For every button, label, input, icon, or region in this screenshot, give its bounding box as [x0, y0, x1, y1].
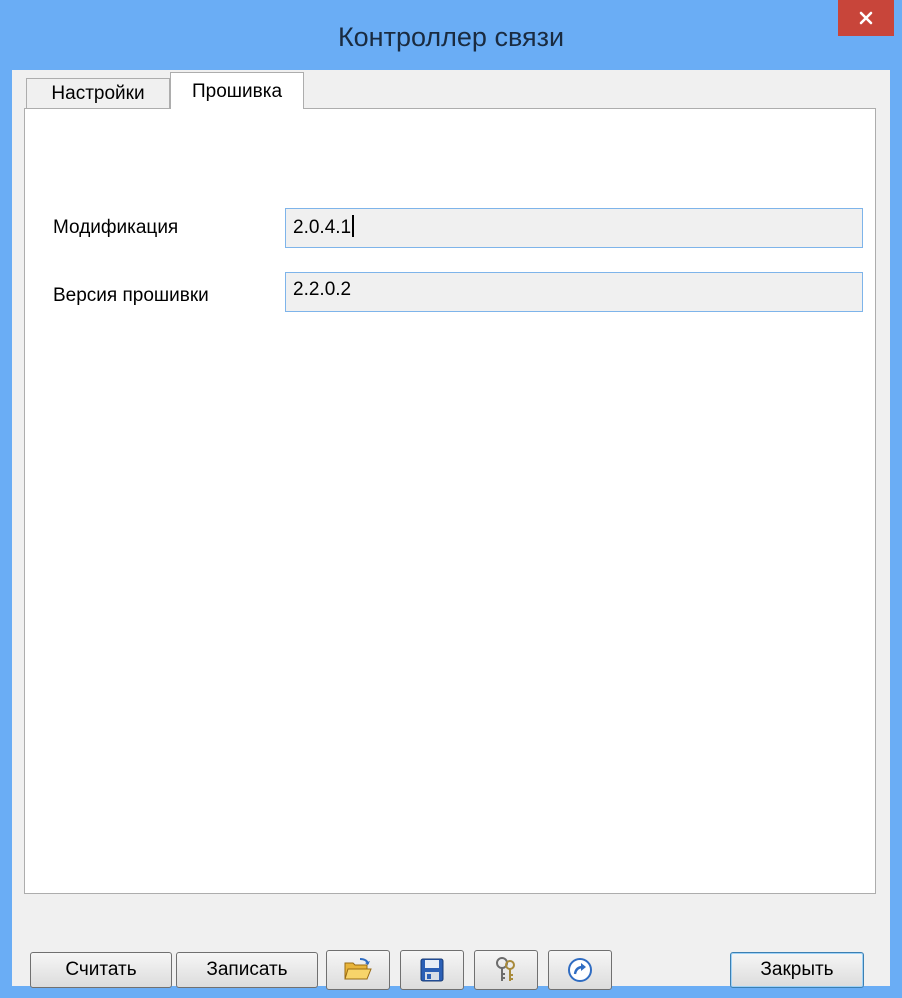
- modification-value: 2.0.4.1: [293, 217, 352, 238]
- folder-open-icon: [344, 958, 372, 980]
- forward-button[interactable]: [548, 950, 612, 990]
- floppy-save-icon: [420, 958, 444, 982]
- dialog-client-area: Настройки Прошивка Модификация 2.0.4.1 В…: [12, 70, 890, 990]
- tab-strip: Настройки Прошивка: [12, 70, 890, 109]
- arrow-forward-icon: [568, 958, 592, 982]
- text-caret: [352, 215, 355, 237]
- close-button[interactable]: Закрыть: [730, 952, 864, 988]
- read-button[interactable]: Считать: [30, 952, 172, 988]
- title-bar[interactable]: Контроллер связи: [0, 0, 902, 70]
- write-button[interactable]: Записать: [176, 952, 318, 988]
- close-window-button[interactable]: [838, 0, 894, 36]
- tab-settings[interactable]: Настройки: [26, 78, 170, 108]
- firmware-tab-panel: Модификация 2.0.4.1 Версия прошивки 2.2.…: [24, 108, 876, 894]
- tab-firmware[interactable]: Прошивка: [170, 72, 304, 109]
- firmware-version-field[interactable]: 2.2.0.2: [285, 272, 863, 312]
- firmware-version-label: Версия прошивки: [53, 285, 209, 306]
- save-file-button[interactable]: [400, 950, 464, 990]
- firmware-version-value: 2.2.0.2: [293, 279, 352, 300]
- close-icon: [859, 11, 873, 25]
- keys-button[interactable]: [474, 950, 538, 990]
- window-title: Контроллер связи: [337, 22, 565, 52]
- open-file-button[interactable]: [326, 950, 390, 990]
- modification-label: Модификация: [53, 217, 179, 238]
- keys-icon: [496, 957, 515, 981]
- modification-field[interactable]: 2.0.4.1: [285, 208, 863, 248]
- dialog-window: Контроллер связи Настройки Прошивка Моди…: [0, 0, 902, 998]
